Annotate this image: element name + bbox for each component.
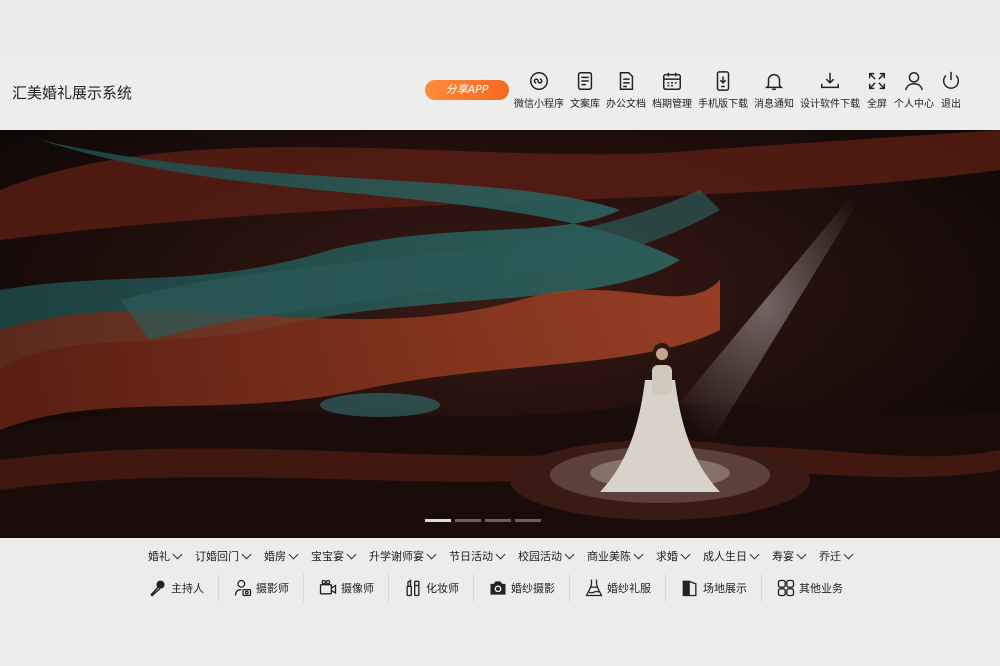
category-menu: 婚礼 订婚回门 婚房 宝宝宴 升学谢师宴 节日活动 校园活动 商业美陈 求婚 成… [0,548,1000,564]
category-commercial-display[interactable]: 商业美陈 [587,548,644,564]
calendar-icon [663,72,681,90]
fullscreen-icon [868,72,886,90]
user-icon [905,72,923,91]
nav-fullscreen[interactable]: 全屏 [866,70,888,120]
download-tray-icon [821,72,839,89]
top-nav: 微信小程序 文案库 办公文档 档期管理 手机版下载 消息通知 设计软件下载 全屏… [514,70,968,120]
service-makeup-artist[interactable]: 化妆师 [389,574,474,602]
makeup-icon [406,579,420,597]
nav-personal-center[interactable]: 个人中心 [894,70,934,120]
chevron-down-icon [680,549,691,559]
category-housewarming[interactable]: 乔迁 [819,548,854,564]
service-host[interactable]: 主持人 [134,574,219,602]
power-icon [942,71,960,89]
chevron-down-icon [426,549,437,559]
service-venue-display[interactable]: 场地展示 [666,574,762,602]
nav-notifications[interactable]: 消息通知 [754,70,794,120]
category-campus-events[interactable]: 校园活动 [518,548,575,564]
carousel-dot-1[interactable] [425,519,451,522]
nav-design-software-download[interactable]: 设计软件下载 [800,70,860,120]
chevron-down-icon [564,549,575,559]
service-wedding-photography[interactable]: 婚纱摄影 [474,574,570,602]
category-bridal-room[interactable]: 婚房 [264,548,299,564]
category-wedding[interactable]: 婚礼 [148,548,183,564]
chevron-down-icon [633,549,644,559]
chevron-down-icon [172,549,183,559]
service-videographer[interactable]: 摄像师 [304,574,389,602]
office-document-icon [619,72,634,90]
nav-office-document[interactable]: 办公文档 [606,70,646,120]
share-app-button[interactable]: 分享APP [425,80,509,100]
document-library-icon [577,72,593,90]
venue-icon [682,580,697,597]
app-title: 汇美婚礼展示系统 [12,84,133,102]
category-engagement[interactable]: 订婚回门 [195,548,252,564]
wechat-miniprogram-icon [530,72,548,90]
phone-download-icon [716,71,730,91]
chevron-down-icon [241,549,252,559]
service-other[interactable]: 其他业务 [762,574,857,602]
chevron-down-icon [346,549,357,559]
nav-wechat-miniprogram[interactable]: 微信小程序 [514,70,564,120]
carousel-dot-3[interactable] [485,519,511,522]
category-holiday-events[interactable]: 节日活动 [449,548,506,564]
category-longevity-banquet[interactable]: 寿宴 [772,548,807,564]
grid-icon [777,579,795,597]
chevron-down-icon [288,549,299,559]
hero-banner[interactable] [0,130,1000,538]
carousel-dot-2[interactable] [455,519,481,522]
nav-document-library[interactable]: 文案库 [570,70,600,120]
service-photographer[interactable]: 摄影师 [219,574,304,602]
microphone-icon [150,580,165,597]
chevron-down-icon [495,549,506,559]
nav-calendar[interactable]: 档期管理 [652,70,692,120]
carousel-indicators [425,519,541,522]
photographer-icon [234,579,252,597]
service-wedding-dress[interactable]: 婚纱礼服 [570,574,666,602]
chevron-down-icon [749,549,760,559]
chevron-down-icon [843,549,854,559]
top-spacer [0,0,1000,60]
nav-logout[interactable]: 退出 [940,70,962,120]
nav-phone-download[interactable]: 手机版下载 [698,70,748,120]
app-header: 汇美婚礼展示系统 分享APP 微信小程序 文案库 办公文档 档期管理 手机版下载… [0,60,1000,130]
wedding-stage-image [0,130,1000,538]
camera-icon [490,581,506,595]
chevron-down-icon [796,549,807,559]
video-camera-icon [319,579,337,595]
category-proposal[interactable]: 求婚 [656,548,691,564]
wedding-dress-icon [585,579,603,597]
category-baby-banquet[interactable]: 宝宝宴 [311,548,357,564]
category-graduation-banquet[interactable]: 升学谢师宴 [369,548,437,564]
category-birthday[interactable]: 成人生日 [703,548,760,564]
carousel-dot-4[interactable] [515,519,541,522]
bell-icon [764,73,784,90]
service-bar: 主持人 摄影师 摄像师 化妆师 婚纱摄影 婚纱礼服 场地展示 其他业务 [134,574,874,602]
